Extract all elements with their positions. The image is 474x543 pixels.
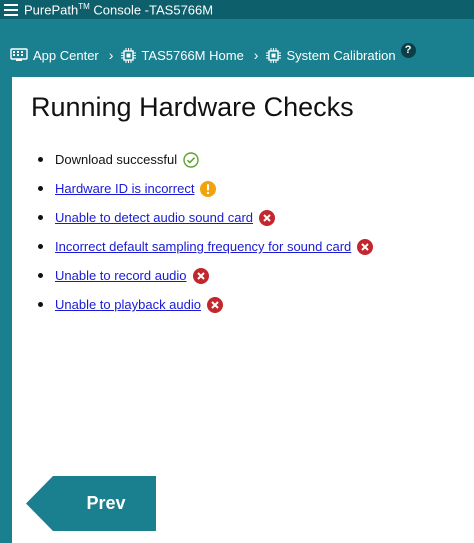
breadcrumb-label: System Calibration — [286, 47, 396, 63]
check-label: Download successful — [55, 152, 178, 167]
menu-icon[interactable] — [4, 3, 18, 16]
page-title: Running Hardware Checks — [31, 92, 354, 122]
error-icon — [259, 209, 276, 226]
error-icon — [207, 296, 223, 313]
breadcrumb-app-center[interactable]: App Center — [10, 48, 99, 63]
app-center-icon — [10, 48, 28, 62]
check-item-sampling-frequency: Incorrect default sampling frequency for… — [38, 232, 374, 261]
breadcrumb-label: App Center — [33, 47, 99, 63]
bullet — [38, 215, 43, 220]
check-link[interactable]: Unable to playback audio — [55, 297, 201, 312]
bullet — [38, 244, 43, 249]
bullet — [38, 186, 43, 191]
bullet — [38, 302, 43, 307]
check-item-download: Download successful — [38, 145, 373, 174]
error-icon — [192, 267, 209, 284]
check-item-playback: Unable to playback audio — [38, 290, 373, 319]
hardware-check-list: Download successful Hardware ID is incor… — [38, 145, 374, 319]
prev-button-label: Prev — [86, 493, 126, 513]
success-check-icon — [183, 151, 199, 168]
title-bar: PurePathTM Console -TAS5766M — [0, 0, 474, 19]
breadcrumb-separator: › — [108, 47, 114, 63]
breadcrumb-system-calibration[interactable]: System Calibration — [266, 47, 396, 63]
check-item-record: Unable to record audio — [38, 261, 373, 290]
check-link[interactable]: Hardware ID is incorrect — [55, 181, 194, 196]
app-title: PurePathTM Console -TAS5766M — [24, 1, 214, 18]
breadcrumb-label: TAS5766M Home — [141, 47, 244, 63]
check-item-sound-card: Unable to detect audio sound card — [38, 203, 373, 232]
breadcrumb: App Center › TAS5766M Home › System Cali… — [0, 38, 474, 72]
help-icon[interactable]: ? — [400, 42, 416, 58]
check-link[interactable]: Incorrect default sampling frequency for… — [55, 239, 351, 254]
warning-icon — [200, 180, 217, 197]
chip-icon — [121, 47, 137, 63]
check-link[interactable]: Unable to record audio — [55, 268, 187, 283]
chip-icon — [266, 47, 282, 63]
check-link[interactable]: Unable to detect audio sound card — [55, 210, 253, 225]
bullet — [38, 273, 43, 278]
bullet — [38, 157, 43, 162]
check-item-hardware-id: Hardware ID is incorrect — [38, 174, 373, 203]
main-content: Running Hardware Checks Download success… — [12, 77, 474, 543]
error-icon — [357, 238, 374, 255]
breadcrumb-device-home[interactable]: TAS5766M Home — [121, 47, 244, 63]
breadcrumb-separator: › — [253, 47, 259, 63]
prev-button[interactable]: Prev — [26, 476, 156, 531]
